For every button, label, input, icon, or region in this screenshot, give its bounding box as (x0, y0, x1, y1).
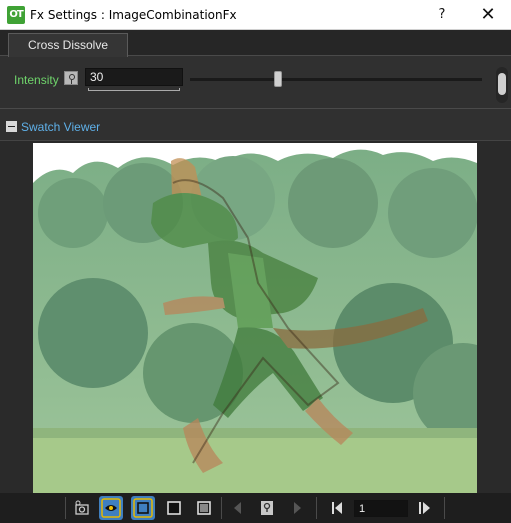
previous-icon[interactable] (226, 496, 250, 520)
intensity-field[interactable] (85, 68, 183, 86)
tab-bar: Cross Dissolve (0, 30, 511, 57)
scrollbar-thumb[interactable] (498, 73, 506, 95)
swatch-viewer-label[interactable]: Swatch Viewer (21, 120, 100, 134)
intensity-label: Intensity (14, 73, 59, 87)
intensity-slider-track[interactable] (190, 78, 482, 81)
lock-icon[interactable] (255, 496, 279, 520)
white-background-icon[interactable] (192, 496, 216, 520)
next-icon[interactable] (285, 496, 309, 520)
title-bar: OT Fx Settings : ImageCombinationFx ? ✕ (0, 0, 511, 30)
cross-dissolve-preview-icon (33, 143, 477, 493)
viewer-toolbar (0, 493, 511, 523)
swatch-viewer-header: Swatch Viewer (0, 108, 511, 140)
frame-number-field[interactable] (354, 500, 408, 517)
app-icon: OT (7, 6, 25, 24)
swatch-viewer (0, 140, 511, 493)
camera-settings-icon[interactable] (70, 496, 94, 520)
animation-key-icon[interactable] (64, 71, 78, 85)
transparency-check-icon[interactable] (131, 496, 155, 520)
window-title: Fx Settings : ImageCombinationFx (30, 8, 237, 22)
close-button[interactable]: ✕ (466, 0, 510, 30)
toolbar-separator (444, 497, 445, 519)
toolbar-separator (65, 497, 66, 519)
last-frame-icon[interactable] (413, 496, 437, 520)
panel-scrollbar[interactable] (496, 67, 508, 103)
first-frame-icon[interactable] (326, 496, 350, 520)
toolbar-separator (221, 497, 222, 519)
intensity-range-indicator (88, 88, 180, 91)
swatch-preview-image (33, 143, 477, 493)
tab-cross-dissolve[interactable]: Cross Dissolve (8, 33, 128, 57)
fx-settings-panel: Cross Dissolve Intensity (0, 30, 511, 108)
help-button[interactable]: ? (420, 0, 464, 30)
intensity-slider-handle[interactable] (273, 71, 282, 87)
collapse-icon[interactable] (6, 121, 17, 132)
toolbar-separator (316, 497, 317, 519)
eye-icon[interactable] (99, 496, 123, 520)
black-background-icon[interactable] (162, 496, 186, 520)
